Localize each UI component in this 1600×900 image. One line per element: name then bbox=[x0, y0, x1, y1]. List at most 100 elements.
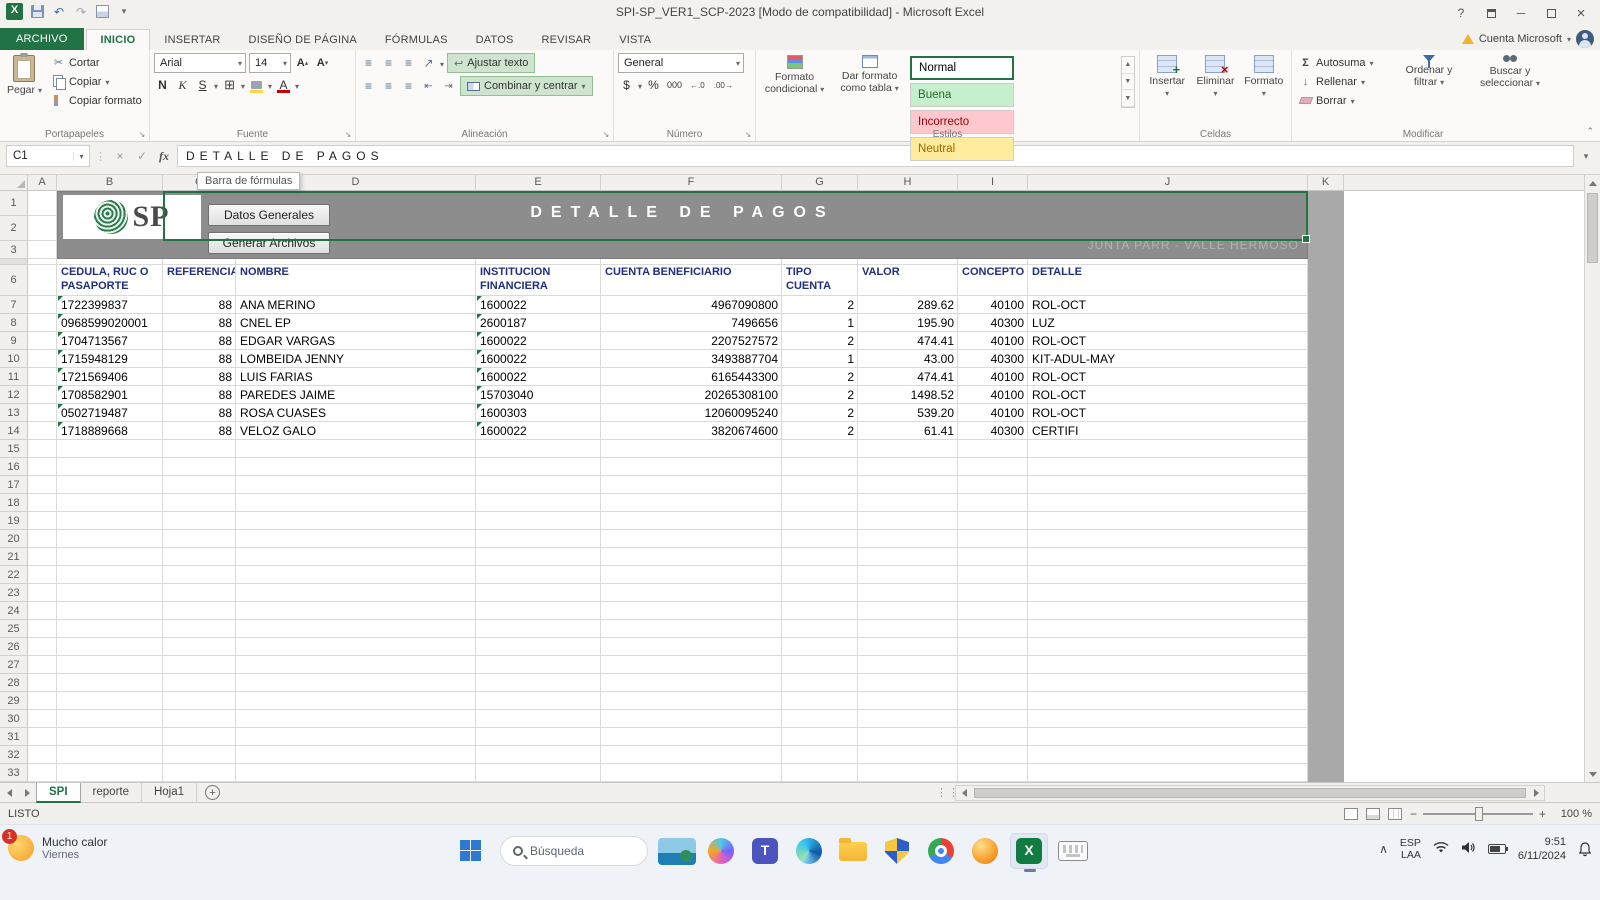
row-header-16[interactable]: 16 bbox=[0, 458, 28, 476]
taskbar-icon-excel[interactable] bbox=[1010, 833, 1048, 869]
ribbon-tab-insertar[interactable]: INSERTAR bbox=[150, 30, 234, 50]
insert-function-icon[interactable]: fx bbox=[155, 149, 173, 164]
table-cell[interactable]: 12060095240 bbox=[602, 404, 781, 422]
table-cell[interactable]: ROSA CUASES bbox=[237, 404, 475, 422]
table-cell[interactable]: 1600022 bbox=[477, 350, 600, 368]
ribbon-tab-inicio[interactable]: INICIO bbox=[86, 29, 151, 50]
align-center-icon[interactable] bbox=[380, 77, 397, 95]
taskbar-icon-photos[interactable] bbox=[658, 833, 696, 869]
row-header-9[interactable]: 9 bbox=[0, 332, 28, 350]
table-cell[interactable]: 2 bbox=[783, 368, 857, 386]
row-header-32[interactable]: 32 bbox=[0, 746, 28, 764]
row-header-24[interactable]: 24 bbox=[0, 602, 28, 620]
gallery-down-icon[interactable]: ▼ bbox=[1122, 74, 1134, 91]
decrease-decimal-icon[interactable] bbox=[711, 79, 736, 92]
row-header-21[interactable]: 21 bbox=[0, 548, 28, 566]
table-cell[interactable]: 43.00 bbox=[859, 350, 957, 368]
table-cell[interactable]: 61.41 bbox=[859, 422, 957, 440]
table-cell[interactable]: 40300 bbox=[959, 422, 1027, 440]
scroll-right-icon[interactable] bbox=[1528, 786, 1544, 800]
ribbon-tab-datos[interactable]: DATOS bbox=[462, 30, 528, 50]
table-cell[interactable]: 88 bbox=[164, 332, 235, 350]
table-cell[interactable]: 88 bbox=[164, 422, 235, 440]
minimize-button[interactable] bbox=[1506, 2, 1536, 24]
scroll-left-icon[interactable] bbox=[956, 786, 972, 800]
increase-decimal-icon[interactable] bbox=[687, 79, 708, 92]
table-cell[interactable]: 1721569406 bbox=[58, 368, 162, 386]
scroll-up-icon[interactable] bbox=[1585, 175, 1600, 191]
ribbon-tab-diseno-de-pagina[interactable]: DISEÑO DE PÁGINA bbox=[235, 30, 371, 50]
row-header-3[interactable]: 3 bbox=[0, 241, 28, 259]
insert-cells-button[interactable]: Insertar bbox=[1144, 53, 1190, 101]
number-format-select[interactable]: General bbox=[618, 53, 744, 73]
taskbar-icon-edge[interactable] bbox=[790, 833, 828, 869]
table-cell[interactable]: 40100 bbox=[959, 368, 1027, 386]
horizontal-scrollbar[interactable] bbox=[955, 785, 1545, 801]
decrease-indent-icon[interactable] bbox=[420, 77, 437, 95]
row-header-22[interactable]: 22 bbox=[0, 566, 28, 584]
row-header-13[interactable]: 13 bbox=[0, 404, 28, 422]
table-cell[interactable]: EDGAR VARGAS bbox=[237, 332, 475, 350]
column-header-G[interactable]: G bbox=[782, 175, 858, 191]
borders-icon[interactable] bbox=[221, 76, 238, 94]
align-top-icon[interactable] bbox=[360, 54, 377, 72]
table-cell[interactable]: 4967090800 bbox=[602, 296, 781, 314]
table-cell[interactable]: 1 bbox=[783, 350, 857, 368]
wrap-text-button[interactable]: Ajustar texto bbox=[447, 53, 535, 73]
gallery-more-icon[interactable]: ▼ bbox=[1122, 90, 1134, 107]
table-cell[interactable]: ROL-OCT bbox=[1029, 386, 1307, 404]
row-header-6[interactable]: 6 bbox=[0, 265, 28, 296]
sheet-tab-spi[interactable]: SPI bbox=[36, 783, 81, 803]
table-cell[interactable]: 40100 bbox=[959, 296, 1027, 314]
table-header-cell[interactable]: INSTITUCION FINANCIERA bbox=[477, 265, 600, 296]
gallery-up-icon[interactable]: ▲ bbox=[1122, 57, 1134, 74]
fill-color-icon[interactable] bbox=[248, 76, 265, 94]
table-cell[interactable]: LUIS FARIAS bbox=[237, 368, 475, 386]
help-button[interactable]: ? bbox=[1446, 2, 1476, 24]
table-cell[interactable]: 88 bbox=[164, 350, 235, 368]
delete-cells-button[interactable]: Eliminar bbox=[1192, 53, 1238, 101]
column-header-A[interactable]: A bbox=[28, 175, 57, 191]
confirm-entry-icon[interactable]: ✓ bbox=[133, 149, 151, 163]
fill-button[interactable]: Rellenar bbox=[1296, 72, 1388, 91]
comma-format-button[interactable]: 000 bbox=[665, 76, 684, 94]
table-cell[interactable]: 88 bbox=[164, 404, 235, 422]
language-indicator[interactable]: ESP LAA bbox=[1400, 837, 1421, 862]
currency-format-button[interactable]: $ bbox=[618, 76, 635, 94]
table-cell[interactable]: 40300 bbox=[959, 350, 1027, 368]
row-header-30[interactable]: 30 bbox=[0, 710, 28, 728]
table-cell[interactable]: ANA MERINO bbox=[237, 296, 475, 314]
row-header-25[interactable]: 25 bbox=[0, 620, 28, 638]
orientation-icon[interactable] bbox=[420, 54, 437, 72]
align-right-icon[interactable] bbox=[400, 77, 417, 95]
expand-formula-bar-icon[interactable]: ▾ bbox=[1578, 151, 1594, 162]
column-header-I[interactable]: I bbox=[958, 175, 1028, 191]
table-cell[interactable]: 1722399837 bbox=[58, 296, 162, 314]
table-cell[interactable]: 1600022 bbox=[477, 296, 600, 314]
table-header-cell[interactable]: VALOR bbox=[859, 265, 957, 296]
chevron-down-icon[interactable] bbox=[638, 78, 642, 92]
table-header-cell[interactable]: TIPO CUENTA bbox=[783, 265, 857, 296]
decrease-font-icon[interactable] bbox=[314, 54, 331, 72]
row-header-27[interactable]: 27 bbox=[0, 656, 28, 674]
chevron-down-icon[interactable] bbox=[440, 56, 444, 70]
cell-grid[interactable]: SP DETALLE DE PAGOS JUNTA PARR - VALLE H… bbox=[0, 191, 1584, 782]
normal-view-icon[interactable] bbox=[1344, 808, 1358, 820]
table-cell[interactable]: 88 bbox=[164, 296, 235, 314]
table-cell[interactable]: 0502719487 bbox=[58, 404, 162, 422]
row-header-20[interactable]: 20 bbox=[0, 530, 28, 548]
start-button[interactable] bbox=[452, 833, 490, 869]
autosum-button[interactable]: Autosuma bbox=[1296, 53, 1388, 72]
table-header-cell[interactable]: CUENTA BENEFICIARIO bbox=[602, 265, 781, 296]
percent-format-button[interactable]: % bbox=[645, 76, 662, 94]
table-cell[interactable]: 539.20 bbox=[859, 404, 957, 422]
table-cell[interactable]: 2 bbox=[783, 296, 857, 314]
zoom-level[interactable]: 100 % bbox=[1554, 808, 1592, 820]
table-cell[interactable]: 289.62 bbox=[859, 296, 957, 314]
chevron-down-icon[interactable] bbox=[268, 78, 272, 92]
page-layout-view-icon[interactable] bbox=[1366, 808, 1380, 820]
clear-button[interactable]: Borrar bbox=[1296, 91, 1388, 110]
cell-style-normal[interactable]: Normal bbox=[910, 56, 1014, 80]
row-header-2[interactable]: 2 bbox=[0, 216, 28, 241]
dialog-launcher-icon[interactable] bbox=[601, 130, 611, 140]
